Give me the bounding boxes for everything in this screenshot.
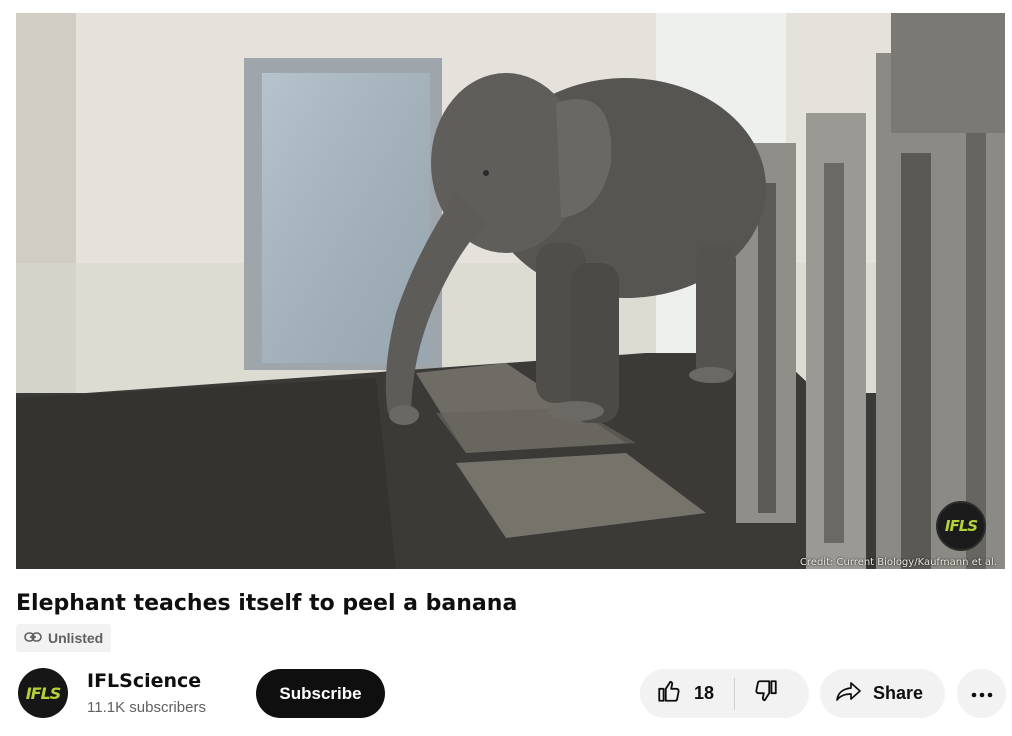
thumbs-up-icon	[656, 678, 682, 709]
channel-avatar[interactable]: IFLS	[18, 668, 68, 718]
subscribe-button[interactable]: Subscribe	[256, 669, 385, 718]
more-actions-button[interactable]	[957, 669, 1006, 718]
channel-name[interactable]: IFLScience	[87, 670, 201, 692]
share-label: Share	[873, 683, 924, 703]
video-player[interactable]: IFLS Credit: Current Biology/Kaufmann et…	[16, 13, 1005, 569]
like-button[interactable]: 18	[640, 669, 714, 718]
link-icon	[24, 630, 42, 646]
like-dislike-group: 18	[640, 669, 809, 718]
subscriber-count: 11.1K subscribers	[87, 699, 206, 716]
dislike-button[interactable]	[735, 669, 779, 718]
share-button[interactable]: Share	[820, 669, 945, 718]
video-frame	[16, 13, 1005, 569]
like-count: 18	[694, 683, 715, 703]
video-title: Elephant teaches itself to peel a banana	[16, 591, 518, 616]
watermark-logo: IFLS	[936, 501, 986, 551]
share-arrow-icon	[835, 678, 863, 709]
thumbs-down-icon	[753, 678, 779, 709]
video-credit: Credit: Current Biology/Kaufmann et al.	[799, 557, 997, 568]
badge-label: Unlisted	[48, 630, 104, 646]
unlisted-badge: Unlisted	[16, 624, 112, 652]
more-horizontal-icon	[971, 685, 993, 703]
